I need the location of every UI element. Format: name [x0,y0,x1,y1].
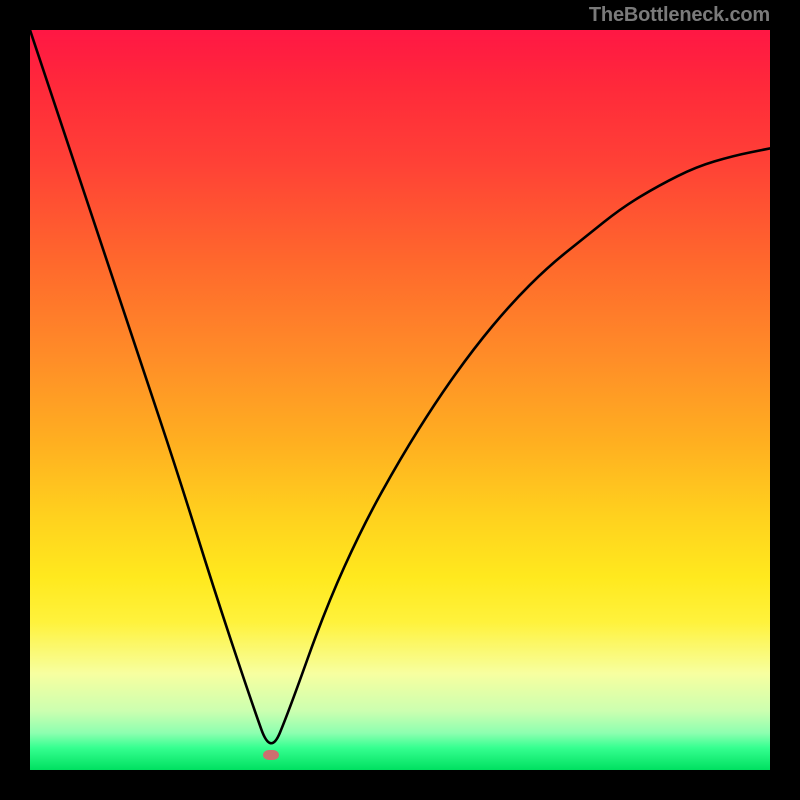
chart-frame: TheBottleneck.com [0,0,800,800]
bottleneck-curve [30,30,770,770]
plot-area [30,30,770,770]
watermark-text: TheBottleneck.com [589,0,770,30]
curve-path [30,30,770,743]
optimum-marker [263,750,279,760]
